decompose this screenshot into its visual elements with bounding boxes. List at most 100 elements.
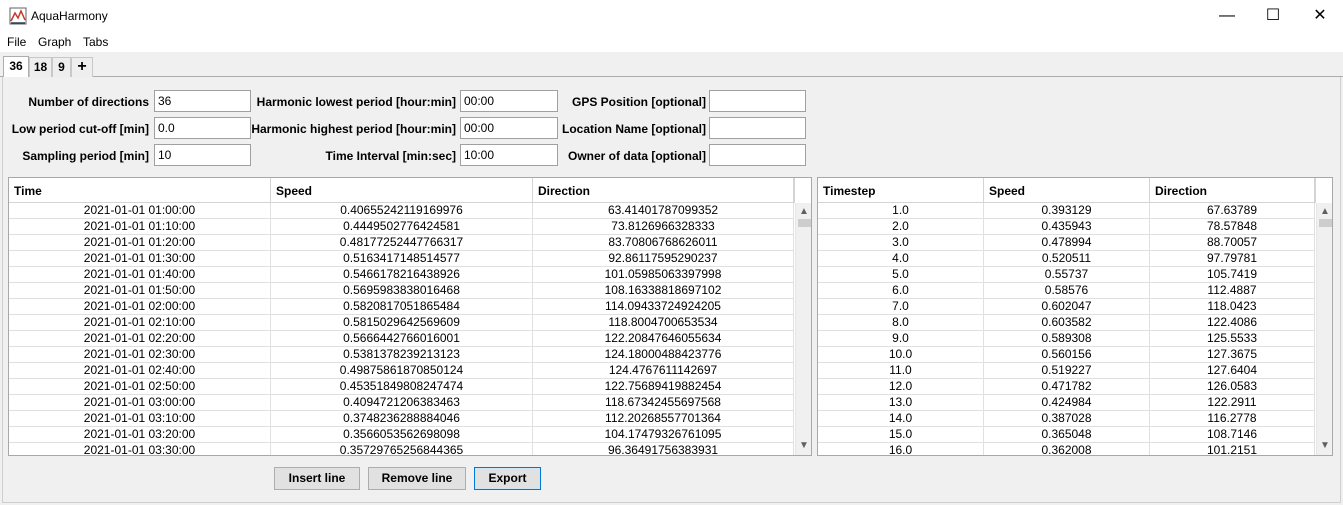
table-cell[interactable]: 0.5666442766016001 [271,331,533,346]
table-cell[interactable]: 122.4086 [1150,315,1315,330]
minimize-button[interactable]: — [1204,0,1250,32]
table-row[interactable]: 2021-01-01 01:30:00 0.5163417148514577 92.… [9,251,794,267]
scroll-up-arrow-icon[interactable]: ▲ [1317,205,1332,219]
table-row[interactable]: 7.0 0.602047 118.0423 [818,299,1315,315]
column-header-speed[interactable]: Speed [271,178,533,203]
scroll-thumb[interactable] [1319,219,1332,227]
table-row[interactable]: 8.0 0.603582 122.4086 [818,315,1315,331]
table-cell[interactable]: 2021-01-01 01:30:00 [9,251,271,266]
table-cell[interactable]: 2021-01-01 02:20:00 [9,331,271,346]
table-cell[interactable]: 0.365048 [984,427,1150,442]
table-cell[interactable]: 118.67342455697568 [533,395,794,410]
table-cell[interactable]: 101.2151 [1150,443,1315,455]
table-cell[interactable]: 0.5815029642569609 [271,315,533,330]
table-cell[interactable]: 0.55737 [984,267,1150,282]
table-cell[interactable]: 104.17479326761095 [533,427,794,442]
menu-file[interactable]: File [7,35,26,49]
column-header-time[interactable]: Time [9,178,271,203]
table-row[interactable]: 2021-01-01 03:30:00 0.35729765256844365 96… [9,443,794,455]
table-cell[interactable]: 0.3566053562698098 [271,427,533,442]
table-cell[interactable]: 78.57848 [1150,219,1315,234]
table-cell[interactable]: 5.0 [818,267,984,282]
table-row[interactable]: 2021-01-01 02:00:00 0.5820817051865484 114… [9,299,794,315]
table-cell[interactable]: 112.20268557701364 [533,411,794,426]
location-name-input[interactable] [709,117,806,139]
tab-18[interactable]: 18 [29,57,52,77]
table-cell[interactable]: 2021-01-01 03:20:00 [9,427,271,442]
table-row[interactable]: 2021-01-01 02:30:00 0.5381378239213123 124… [9,347,794,363]
table-cell[interactable]: 2021-01-01 03:00:00 [9,395,271,410]
table-cell[interactable]: 0.5820817051865484 [271,299,533,314]
export-button[interactable]: Export [474,467,541,490]
table-cell[interactable]: 2021-01-01 03:10:00 [9,411,271,426]
table-cell[interactable]: 126.0583 [1150,379,1315,394]
table-row[interactable]: 2.0 0.435943 78.57848 [818,219,1315,235]
column-header-direction[interactable]: Direction [1150,178,1315,203]
table-cell[interactable]: 3.0 [818,235,984,250]
vertical-scrollbar[interactable]: ▲ ▼ [795,203,811,455]
column-header-timestep[interactable]: Timestep [818,178,984,203]
table-row[interactable]: 4.0 0.520511 97.79781 [818,251,1315,267]
table-cell[interactable]: 0.603582 [984,315,1150,330]
table-cell[interactable]: 7.0 [818,299,984,314]
table-cell[interactable]: 2021-01-01 01:40:00 [9,267,271,282]
scroll-down-arrow-icon[interactable]: ▼ [1317,439,1332,453]
table-cell[interactable]: 0.520511 [984,251,1150,266]
table-cell[interactable]: 4.0 [818,251,984,266]
table-cell[interactable]: 9.0 [818,331,984,346]
table-row[interactable]: 2021-01-01 01:50:00 0.5695983838016468 108… [9,283,794,299]
table-cell[interactable]: 63.41401787099352 [533,203,794,218]
table-cell[interactable]: 0.5695983838016468 [271,283,533,298]
column-header-speed[interactable]: Speed [984,178,1150,203]
table-row[interactable]: 6.0 0.58576 112.4887 [818,283,1315,299]
table-row[interactable]: 2021-01-01 01:10:00 0.4449502776424581 73.… [9,219,794,235]
table-cell[interactable]: 6.0 [818,283,984,298]
table-row[interactable]: 10.0 0.560156 127.3675 [818,347,1315,363]
table-cell[interactable]: 0.4094721206383463 [271,395,533,410]
table-row[interactable]: 2021-01-01 01:00:00 0.40655242119169976 63… [9,203,794,219]
add-tab-button[interactable]: + [71,57,93,77]
table-cell[interactable]: 0.5163417148514577 [271,251,533,266]
table-cell[interactable]: 2021-01-01 01:20:00 [9,235,271,250]
table-cell[interactable]: 97.79781 [1150,251,1315,266]
table-cell[interactable]: 0.424984 [984,395,1150,410]
time-interval-input[interactable] [460,144,558,166]
table-cell[interactable]: 12.0 [818,379,984,394]
table-cell[interactable]: 0.362008 [984,443,1150,455]
insert-line-button[interactable]: Insert line [274,467,360,490]
table-cell[interactable]: 114.09433724924205 [533,299,794,314]
table-cell[interactable]: 0.45351849808247474 [271,379,533,394]
table-row[interactable]: 2021-01-01 03:10:00 0.3748236288884046 112… [9,411,794,427]
table-cell[interactable]: 2021-01-01 02:50:00 [9,379,271,394]
table-cell[interactable]: 122.75689419882454 [533,379,794,394]
table-cell[interactable]: 0.4449502776424581 [271,219,533,234]
table-cell[interactable]: 0.35729765256844365 [271,443,533,455]
table-cell[interactable]: 0.478994 [984,235,1150,250]
table-row[interactable]: 2021-01-01 02:50:00 0.45351849808247474 12… [9,379,794,395]
table-cell[interactable]: 16.0 [818,443,984,455]
tab-9[interactable]: 9 [52,57,71,77]
table-row[interactable]: 2021-01-01 02:40:00 0.49875861870850124 12… [9,363,794,379]
column-header-direction[interactable]: Direction [533,178,794,203]
table-row[interactable]: 12.0 0.471782 126.0583 [818,379,1315,395]
table-cell[interactable]: 125.5533 [1150,331,1315,346]
table-row[interactable]: 2021-01-01 03:00:00 0.4094721206383463 118… [9,395,794,411]
table-cell[interactable]: 2021-01-01 02:40:00 [9,363,271,378]
table-cell[interactable]: 0.589308 [984,331,1150,346]
table-row[interactable]: 1.0 0.393129 67.63789 [818,203,1315,219]
table-cell[interactable]: 1.0 [818,203,984,218]
table-row[interactable]: 3.0 0.478994 88.70057 [818,235,1315,251]
table-row[interactable]: 2021-01-01 01:40:00 0.5466178216438926 101… [9,267,794,283]
table-row[interactable]: 2021-01-01 01:20:00 0.48177252447766317 83… [9,235,794,251]
table-cell[interactable]: 96.36491756383931 [533,443,794,455]
table-cell[interactable]: 11.0 [818,363,984,378]
table-cell[interactable]: 122.20847646055634 [533,331,794,346]
vertical-scrollbar[interactable]: ▲ ▼ [1316,203,1332,455]
table-cell[interactable]: 0.49875861870850124 [271,363,533,378]
table-cell[interactable]: 0.393129 [984,203,1150,218]
harmonic-lowest-input[interactable] [460,90,558,112]
table-cell[interactable]: 0.471782 [984,379,1150,394]
table-row[interactable]: 16.0 0.362008 101.2151 [818,443,1315,455]
table-cell[interactable]: 0.560156 [984,347,1150,362]
table-row[interactable]: 14.0 0.387028 116.2778 [818,411,1315,427]
